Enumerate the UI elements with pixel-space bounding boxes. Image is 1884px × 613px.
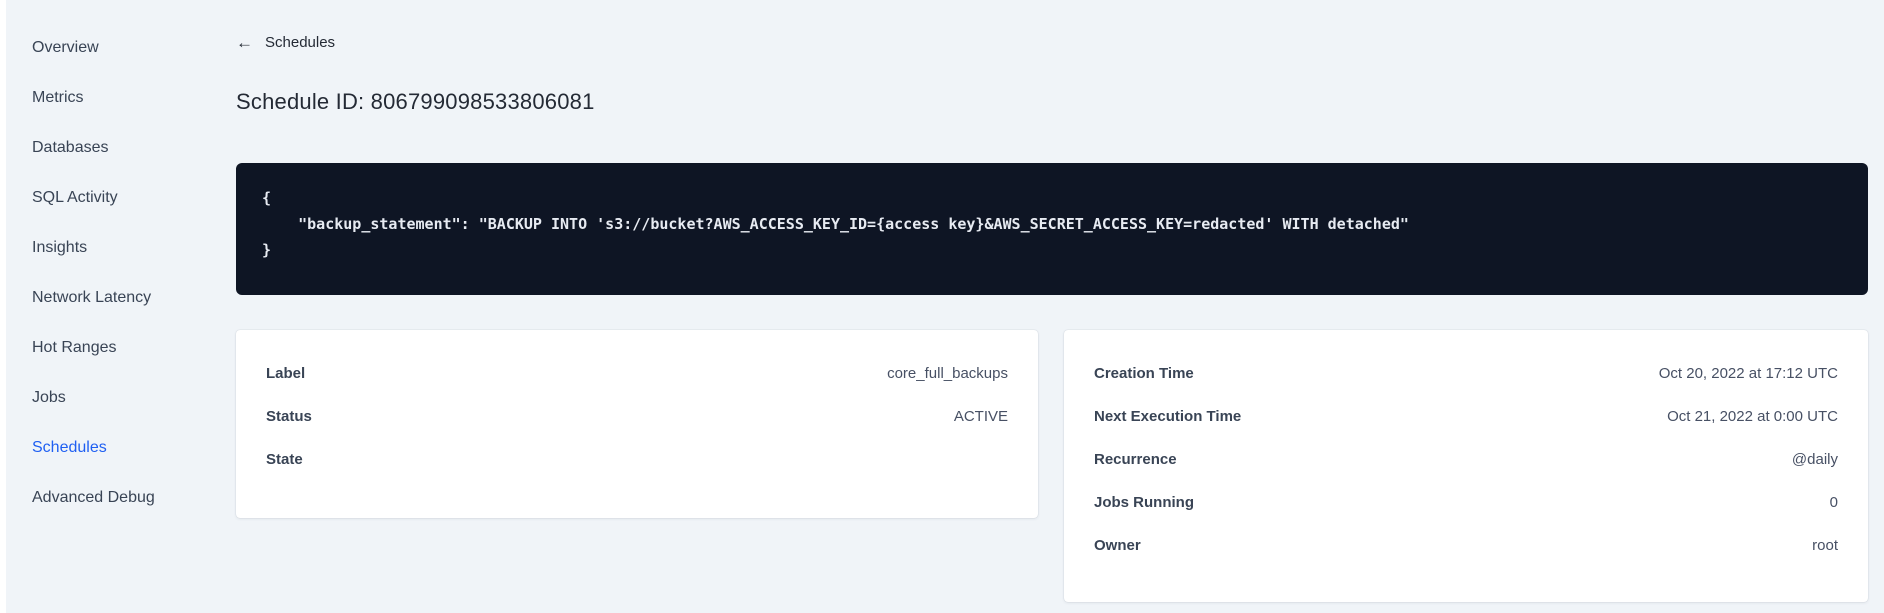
- schedule-details-page: Overview Metrics Databases SQL Activity …: [0, 0, 1884, 613]
- sidebar-nav: Overview Metrics Databases SQL Activity …: [32, 23, 155, 523]
- sidebar-item-label: Metrics: [32, 89, 84, 106]
- sidebar-item-label: SQL Activity: [32, 189, 118, 206]
- sidebar-item-label: Network Latency: [32, 289, 152, 306]
- summary-row-label: Recurrence: [1094, 451, 1177, 468]
- sidebar-item[interactable]: Metrics: [32, 73, 155, 123]
- summary-row-label: Owner: [1094, 537, 1141, 554]
- summary-cards: Label core_full_backups Status ACTIVE St…: [236, 330, 1868, 602]
- sidebar-item[interactable]: Advanced Debug: [32, 473, 155, 523]
- summary-row-label: Next Execution Time: [1094, 408, 1242, 425]
- backup-statement-code-block: { "backup_statement": "BACKUP INTO 's3:/…: [236, 163, 1868, 295]
- sidebar-item-label: Hot Ranges: [32, 339, 117, 356]
- summary-row: Owner root: [1094, 524, 1838, 567]
- summary-row-value: Oct 20, 2022 at 17:12 UTC: [1658, 365, 1838, 382]
- sidebar-item[interactable]: Schedules: [32, 423, 155, 473]
- sidebar-item[interactable]: Overview: [32, 23, 155, 73]
- summary-row-value: Oct 21, 2022 at 0:00 UTC: [1667, 408, 1838, 425]
- summary-row-label: Creation Time: [1094, 365, 1194, 382]
- summary-row-value: core_full_backups: [887, 365, 1008, 382]
- sidebar-item-label: Advanced Debug: [32, 489, 155, 506]
- sidebar-item[interactable]: Insights: [32, 223, 155, 273]
- sidebar-item[interactable]: Databases: [32, 123, 155, 173]
- sidebar-item-label: Schedules: [32, 439, 107, 456]
- sidebar-item-label: Jobs: [32, 389, 66, 406]
- summary-row-label: Label: [266, 365, 306, 382]
- schedule-label-card: Label core_full_backups Status ACTIVE St…: [236, 330, 1038, 518]
- summary-row-value: root: [1812, 537, 1838, 554]
- sidebar-item-label: Overview: [32, 39, 99, 56]
- summary-row: Jobs Running 0: [1094, 481, 1838, 524]
- sidebar-item[interactable]: Jobs: [32, 373, 155, 423]
- back-link-label: Schedules: [265, 34, 336, 51]
- summary-row-value: @daily: [1791, 451, 1838, 468]
- summary-row-label: State: [266, 451, 303, 468]
- schedule-timing-card: Creation Time Oct 20, 2022 at 17:12 UTC …: [1064, 330, 1868, 602]
- summary-row: Label core_full_backups: [266, 352, 1008, 395]
- backup-statement-json: { "backup_statement": "BACKUP INTO 's3:/…: [262, 189, 1409, 259]
- summary-row-value: 0: [1829, 494, 1838, 511]
- page-title: Schedule ID: 806799098533806081: [236, 88, 595, 114]
- back-arrow-icon: ←: [236, 33, 253, 52]
- sidebar-item[interactable]: Network Latency: [32, 273, 155, 323]
- window-left-edge: [0, 0, 6, 613]
- summary-row: Recurrence @daily: [1094, 438, 1838, 481]
- sidebar-item-label: Databases: [32, 139, 109, 156]
- summary-row: State: [266, 438, 1008, 481]
- sidebar-item-label: Insights: [32, 239, 88, 256]
- sidebar-item[interactable]: Hot Ranges: [32, 323, 155, 373]
- back-to-schedules-link[interactable]: ← Schedules: [236, 34, 335, 51]
- summary-row: Next Execution Time Oct 21, 2022 at 0:00…: [1094, 395, 1838, 438]
- sidebar-item[interactable]: SQL Activity: [32, 173, 155, 223]
- main-content: ← Schedules Schedule ID: 806799098533806…: [236, 0, 1868, 613]
- summary-row-label: Jobs Running: [1094, 494, 1194, 511]
- summary-row: Creation Time Oct 20, 2022 at 17:12 UTC: [1094, 352, 1838, 395]
- summary-row-label: Status: [266, 408, 312, 425]
- summary-row-value: ACTIVE: [953, 408, 1008, 425]
- summary-row: Status ACTIVE: [266, 395, 1008, 438]
